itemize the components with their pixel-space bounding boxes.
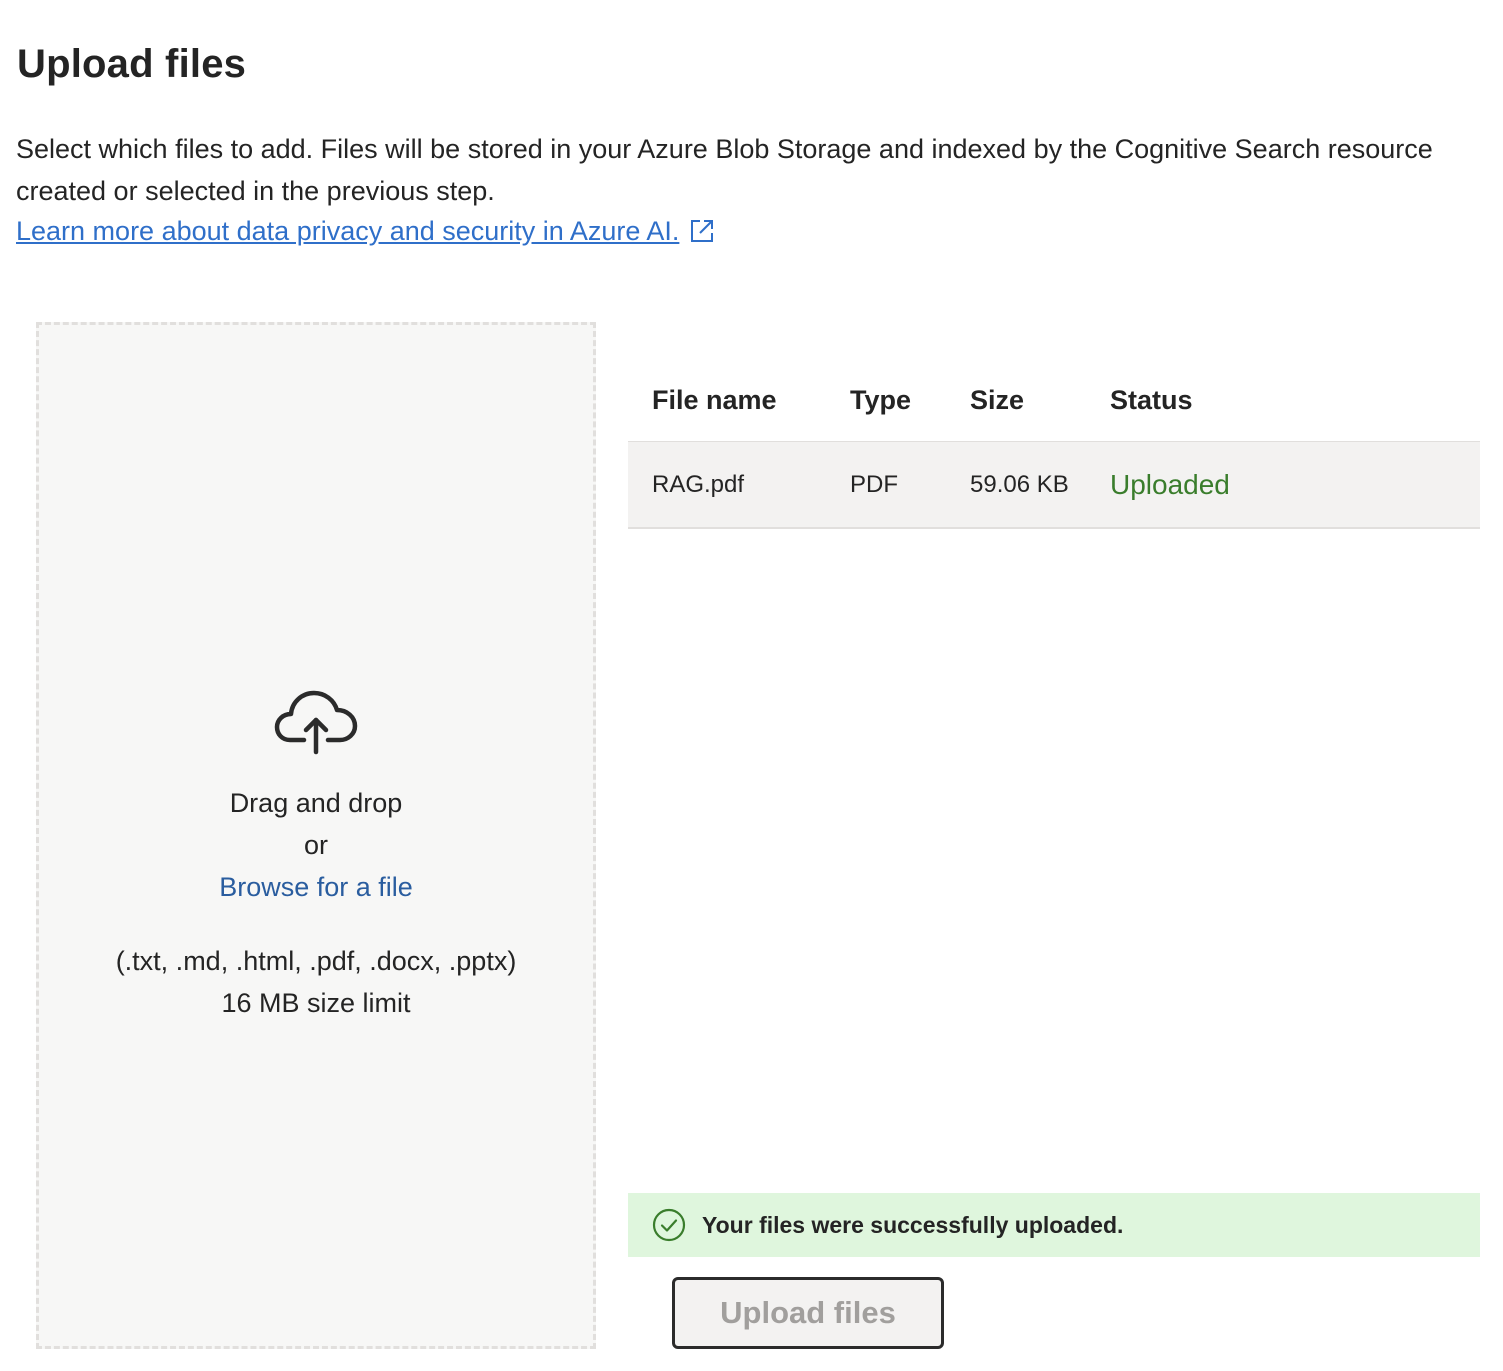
file-dropzone[interactable]: Drag and drop or Browse for a file (.txt… bbox=[36, 322, 596, 1349]
or-text: or bbox=[303, 830, 328, 860]
size-limit-text: 16 MB size limit bbox=[221, 988, 411, 1018]
cloud-upload-icon bbox=[274, 690, 358, 756]
upload-files-button[interactable]: Upload files bbox=[672, 1277, 944, 1349]
file-status-cell: Uploaded bbox=[1110, 468, 1230, 500]
column-header-type[interactable]: Type bbox=[850, 385, 970, 416]
column-header-size[interactable]: Size bbox=[970, 385, 1110, 416]
page-description: Select which files to add. Files will be… bbox=[16, 134, 1433, 206]
supported-formats-text: (.txt, .md, .html, .pdf, .docx, .pptx) bbox=[115, 946, 517, 976]
upload-files-page: Upload files Select which files to add. … bbox=[0, 0, 1503, 1371]
file-constraints: (.txt, .md, .html, .pdf, .docx, .pptx) 1… bbox=[116, 940, 517, 1024]
file-type-cell: PDF bbox=[850, 470, 898, 498]
page-title: Upload files bbox=[17, 42, 247, 86]
table-header: File name Type Size Status bbox=[628, 360, 1480, 442]
success-message-text: Your files were successfully uploaded. bbox=[702, 1211, 1124, 1238]
drag-drop-text: Drag and drop bbox=[229, 788, 403, 818]
check-circle-icon bbox=[652, 1208, 686, 1242]
column-header-file-name[interactable]: File name bbox=[628, 385, 850, 416]
table-row[interactable]: RAG.pdf PDF 59.06 KB Uploaded bbox=[628, 442, 1480, 529]
column-header-status[interactable]: Status bbox=[1110, 385, 1480, 416]
files-table: File name Type Size Status RAG.pdf PDF 5… bbox=[628, 360, 1480, 529]
file-size-cell: 59.06 KB bbox=[970, 470, 1069, 498]
external-link-icon bbox=[689, 218, 715, 244]
learn-more-link-label: Learn more about data privacy and securi… bbox=[16, 216, 680, 246]
dropzone-content: Drag and drop or Browse for a file (.txt… bbox=[39, 690, 593, 1024]
browse-file-link[interactable]: Browse for a file bbox=[219, 866, 413, 908]
learn-more-link[interactable]: Learn more about data privacy and securi… bbox=[16, 210, 715, 252]
success-message-bar: Your files were successfully uploaded. bbox=[628, 1193, 1480, 1257]
file-name-cell: RAG.pdf bbox=[652, 470, 745, 498]
